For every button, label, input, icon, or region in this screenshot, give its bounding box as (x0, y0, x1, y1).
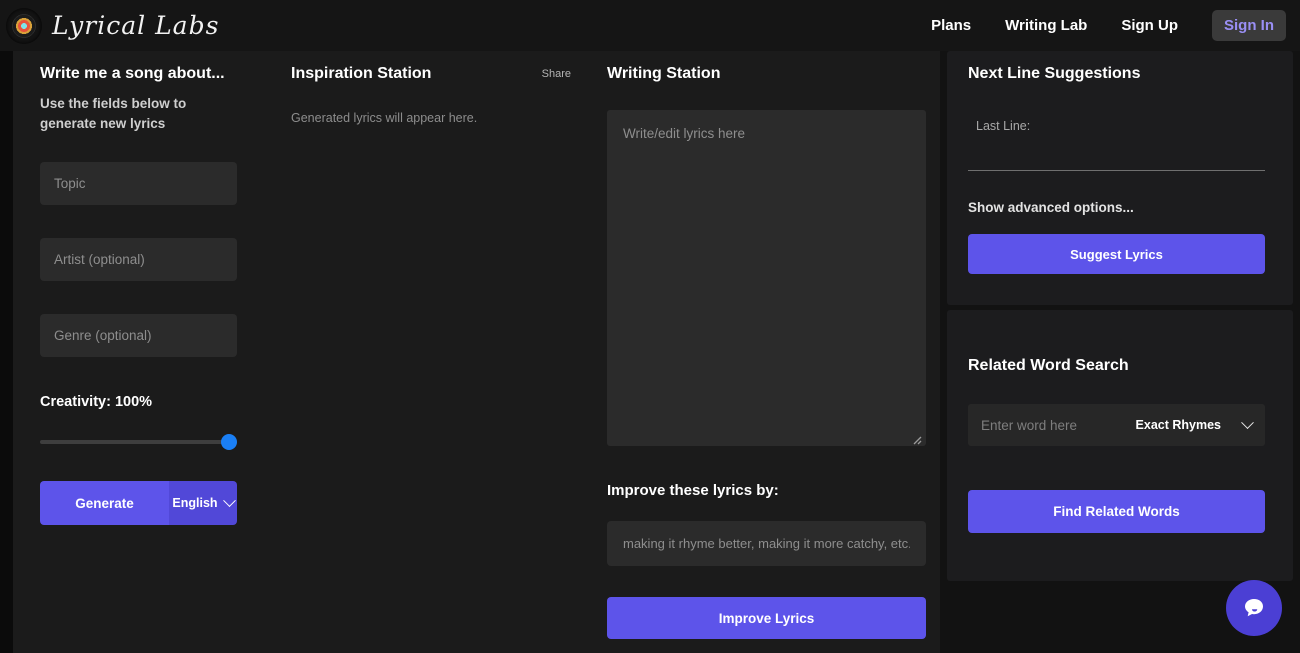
sign-in-button[interactable]: Sign In (1212, 10, 1286, 41)
slider-thumb[interactable] (221, 434, 237, 450)
genre-input[interactable] (40, 314, 237, 357)
language-select[interactable]: English (169, 481, 237, 525)
inspiration-empty-text: Generated lyrics will appear here. (291, 111, 571, 125)
last-line-input[interactable] (968, 145, 1265, 171)
related-word-search-card: Related Word Search Exact Rhymes Find Re… (947, 310, 1293, 581)
slider-track (40, 440, 237, 444)
top-navigation-bar: Lyrical Labs Plans Writing Lab Sign Up S… (0, 0, 1300, 51)
language-select-label: English (172, 496, 217, 510)
generator-title: Write me a song about... (40, 65, 251, 83)
creativity-slider[interactable] (40, 434, 237, 450)
inspiration-title: Inspiration Station (291, 65, 431, 83)
improve-instructions-input[interactable] (607, 521, 926, 566)
nav-item-sign-up[interactable]: Sign Up (1121, 17, 1178, 34)
share-link[interactable]: Share (542, 68, 571, 80)
artist-input[interactable] (40, 238, 237, 281)
find-related-words-button[interactable]: Find Related Words (968, 490, 1265, 533)
improve-title: Improve these lyrics by: (607, 482, 926, 499)
related-words-title: Related Word Search (968, 357, 1273, 375)
lyrics-textarea[interactable] (607, 110, 926, 446)
brand-logo[interactable]: Lyrical Labs (0, 8, 219, 44)
suggest-lyrics-button[interactable]: Suggest Lyrics (968, 234, 1265, 274)
nav-item-plans[interactable]: Plans (931, 17, 971, 34)
main-content: Write me a song about... Use the fields … (13, 51, 1300, 653)
generator-subtitle: Use the fields below to generate new lyr… (40, 94, 225, 133)
writing-station-panel: Writing Station Improve these lyrics by:… (593, 51, 940, 653)
song-generator-panel: Write me a song about... Use the fields … (13, 51, 277, 653)
generate-button-group: Generate English (40, 481, 237, 525)
next-line-title: Next Line Suggestions (968, 65, 1273, 83)
nav-item-writing-lab[interactable]: Writing Lab (1005, 17, 1087, 34)
nav-links: Plans Writing Lab Sign Up Sign In (931, 10, 1300, 41)
page-scrollbar[interactable] (0, 51, 13, 653)
rhyme-mode-select[interactable]: Exact Rhymes (1136, 418, 1265, 432)
chevron-down-icon (223, 494, 236, 507)
word-search-input[interactable] (968, 418, 1118, 433)
rhyme-mode-value: Exact Rhymes (1136, 418, 1221, 432)
chat-bubble-icon (1240, 594, 1268, 622)
show-advanced-options-link[interactable]: Show advanced options... (968, 200, 1273, 215)
last-line-label: Last Line: (968, 119, 1273, 133)
vinyl-record-icon (6, 8, 42, 44)
writing-title: Writing Station (607, 65, 926, 83)
chat-widget-button[interactable] (1226, 580, 1282, 636)
word-search-row: Exact Rhymes (968, 404, 1265, 446)
topic-input[interactable] (40, 162, 237, 205)
generate-button[interactable]: Generate (40, 481, 169, 525)
chevron-down-icon (1241, 416, 1254, 429)
brand-name: Lyrical Labs (52, 11, 219, 40)
improve-lyrics-button[interactable]: Improve Lyrics (607, 597, 926, 639)
tools-sidebar: Next Line Suggestions Last Line: Show ad… (940, 51, 1300, 653)
app-root: Lyrical Labs Plans Writing Lab Sign Up S… (0, 0, 1300, 653)
next-line-suggestions-card: Next Line Suggestions Last Line: Show ad… (947, 51, 1293, 305)
inspiration-station-panel: Inspiration Station Share Generated lyri… (277, 51, 593, 653)
creativity-label: Creativity: 100% (40, 394, 251, 410)
